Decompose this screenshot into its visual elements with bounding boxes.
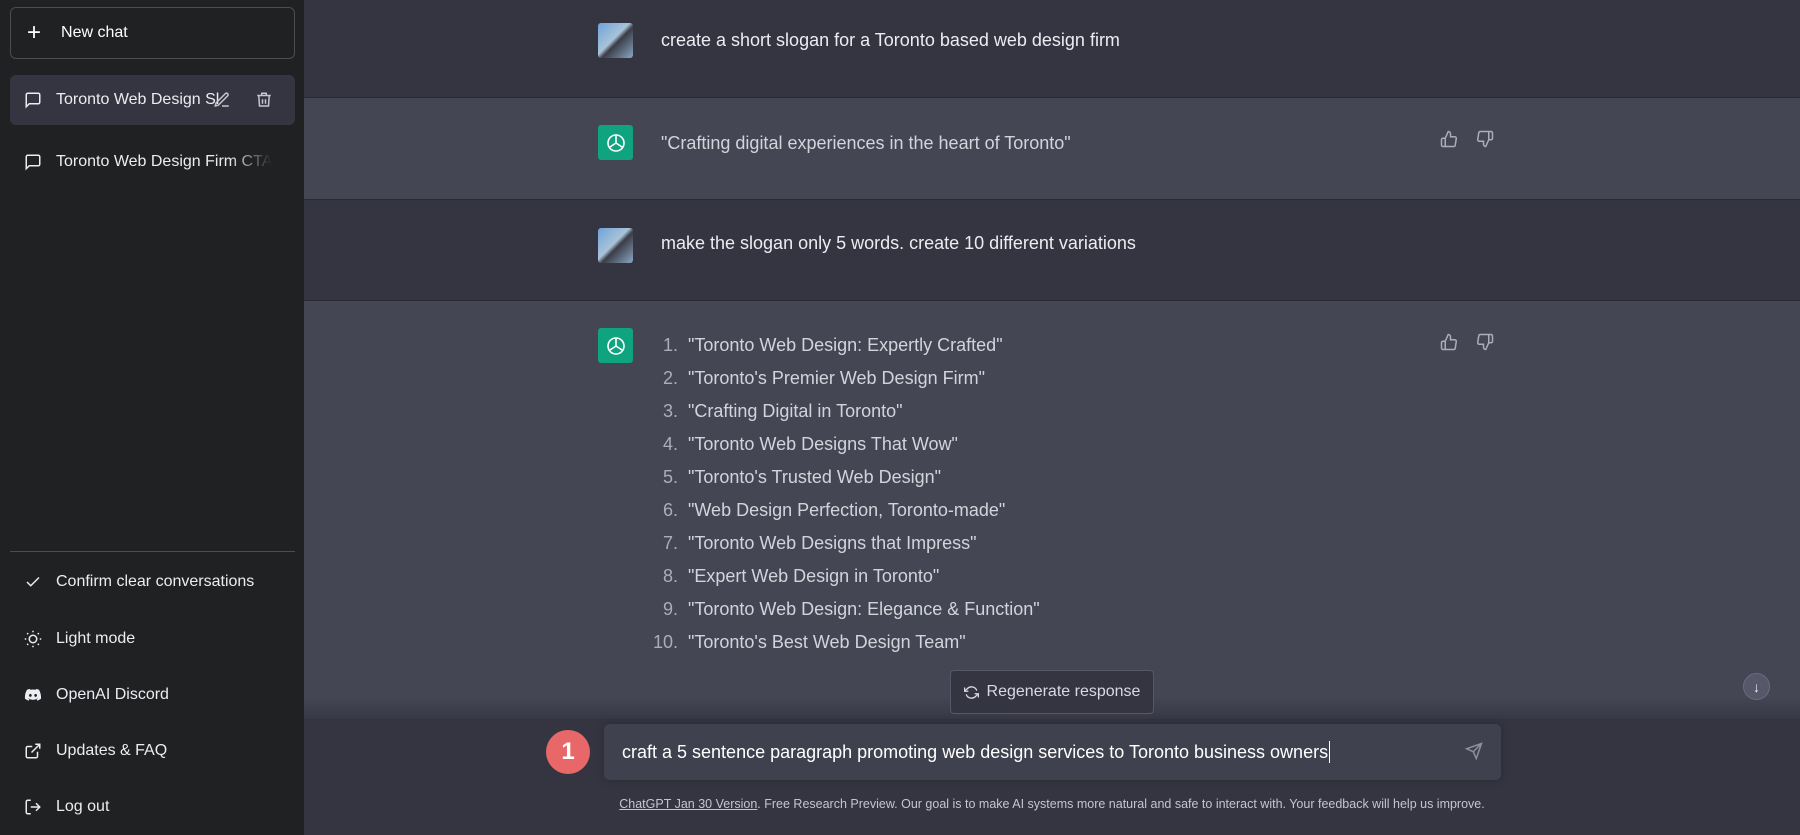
user-message: create a short slogan for a Toronto base… (304, 0, 1800, 97)
assistant-message: 1. "Toronto Web Design: Expertly Crafted"… (304, 300, 1800, 720)
chatgpt-logo-icon (598, 125, 633, 160)
new-chat-label: New chat (61, 24, 128, 41)
send-icon[interactable] (1465, 742, 1483, 760)
light-mode-label: Light mode (56, 630, 136, 647)
chatgpt-logo-icon (598, 328, 633, 363)
check-icon (26, 576, 40, 587)
conversation-title: Toronto Web Design Sl (56, 91, 220, 108)
list-item: 6. "Web Design Perfection, Toronto-made" (662, 500, 1006, 520)
list-item: 4. "Toronto Web Designs That Wow" (662, 434, 958, 454)
logout-button[interactable]: Log out (24, 792, 109, 822)
discord-link[interactable]: OpenAI Discord (24, 680, 169, 710)
refresh-icon (963, 685, 979, 699)
trash-icon[interactable] (255, 91, 273, 109)
user-avatar (598, 23, 633, 58)
sidebar: + New chat Toronto Web Design Sl Toronto… (0, 0, 304, 835)
arrow-down-icon: ↓ (1753, 678, 1760, 695)
list-item: 7. "Toronto Web Designs that Impress" (662, 533, 977, 553)
logout-icon (25, 799, 41, 815)
edit-icon[interactable] (213, 91, 231, 109)
sun-icon (24, 630, 42, 648)
message-text: create a short slogan for a Toronto base… (661, 30, 1120, 50)
footer-disclaimer: ChatGPT Jan 30 Version. Free Research Pr… (304, 797, 1800, 811)
footer-text: . Free Research Preview. Our goal is to … (757, 797, 1485, 811)
thumbs-down-icon[interactable] (1476, 333, 1494, 351)
discord-icon (24, 689, 42, 701)
logout-label: Log out (56, 798, 110, 815)
external-link-icon (25, 743, 41, 759)
list-item: 10. "Toronto's Best Web Design Team" (652, 632, 966, 652)
confirm-clear-label: Confirm clear conversations (56, 573, 255, 590)
list-item: 1. "Toronto Web Design: Expertly Crafted" (662, 335, 1003, 355)
light-mode-button[interactable]: Light mode (24, 624, 135, 654)
conversation-item[interactable]: Toronto Web Design Firm CTA (10, 137, 295, 187)
message-input-value: craft a 5 sentence paragraph promoting w… (622, 741, 1329, 762)
sidebar-divider (10, 551, 295, 552)
confirm-clear-conversations-button[interactable]: Confirm clear conversations (24, 567, 254, 597)
user-avatar (598, 228, 633, 263)
updates-faq-link[interactable]: Updates & FAQ (24, 736, 167, 766)
message-text: "Crafting digital experiences in the hea… (661, 133, 1071, 153)
chat-bubble-icon (25, 154, 41, 171)
message-text: make the slogan only 5 words. create 10 … (661, 233, 1136, 253)
scroll-to-bottom-button[interactable]: ↓ (1743, 673, 1770, 700)
discord-label: OpenAI Discord (56, 686, 169, 703)
chat-bubble-icon (25, 92, 41, 109)
conversation-title: Toronto Web Design Firm CTA (56, 153, 273, 170)
conversation-item-active[interactable]: Toronto Web Design Sl (10, 75, 295, 125)
list-item: 2. "Toronto's Premier Web Design Firm" (662, 368, 985, 388)
assistant-message: "Crafting digital experiences in the hea… (304, 97, 1800, 200)
plus-icon: + (27, 19, 42, 46)
list-item: 3. "Crafting Digital in Toronto" (662, 401, 903, 421)
regenerate-label: Regenerate response (986, 683, 1141, 700)
slogan-list: 1. "Toronto Web Design: Expertly Crafted"… (652, 335, 1040, 665)
user-message: make the slogan only 5 words. create 10 … (304, 200, 1800, 300)
thumbs-up-icon[interactable] (1440, 130, 1458, 148)
message-input[interactable]: craft a 5 sentence paragraph promoting w… (604, 724, 1501, 780)
updates-faq-label: Updates & FAQ (56, 742, 168, 759)
text-caret (1329, 741, 1331, 763)
thumbs-up-icon[interactable] (1440, 333, 1458, 351)
list-item: 9. "Toronto Web Design: Elegance & Functi… (662, 599, 1040, 619)
new-chat-button[interactable]: + New chat (10, 7, 295, 59)
list-item: 8. "Expert Web Design in Toronto" (662, 566, 940, 586)
thumbs-down-icon[interactable] (1476, 130, 1494, 148)
list-item: 5. "Toronto's Trusted Web Design" (662, 467, 942, 487)
regenerate-response-button[interactable]: Regenerate response (950, 670, 1154, 714)
annotation-badge: 1 (546, 730, 590, 774)
version-link[interactable]: ChatGPT Jan 30 Version (619, 797, 757, 811)
